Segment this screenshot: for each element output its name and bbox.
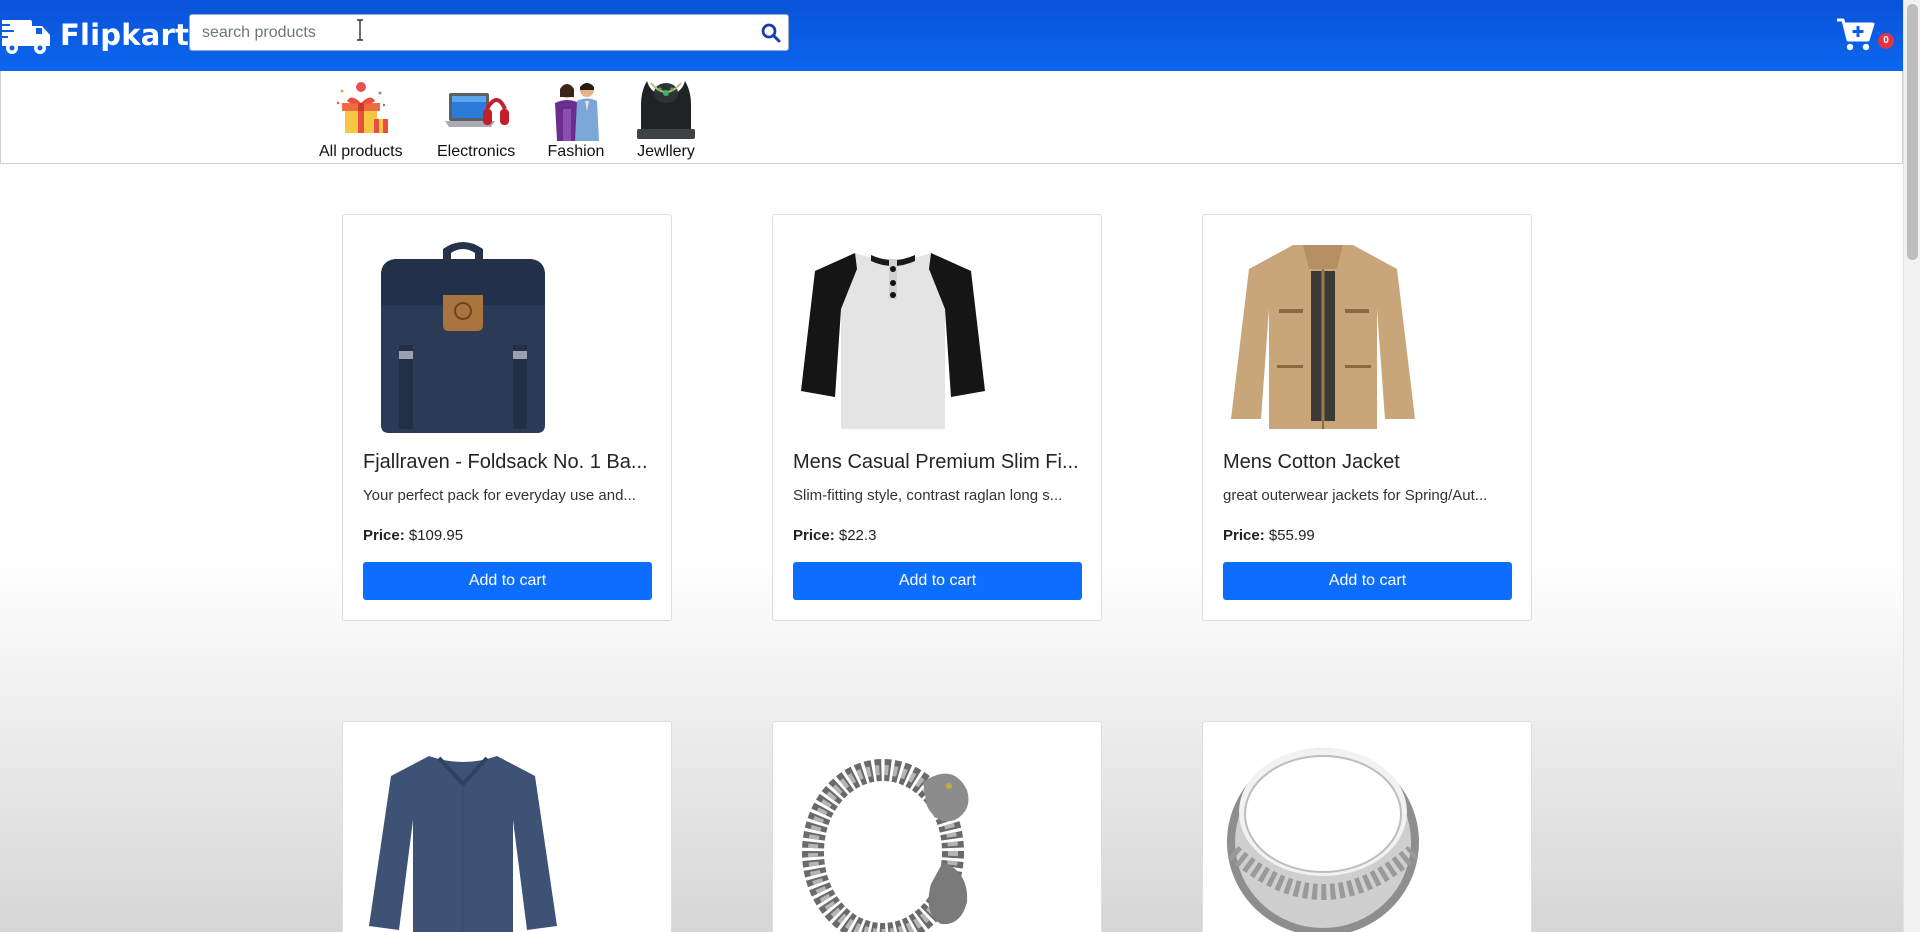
text-cursor-icon	[357, 19, 363, 41]
category-electronics[interactable]: Electronics	[437, 79, 515, 161]
category-all-products[interactable]: All products	[319, 79, 403, 161]
add-to-cart-button[interactable]: Add to cart	[363, 562, 652, 600]
product-description: Slim-fitting style, contrast raglan long…	[793, 487, 1063, 504]
laptop-headphones-image	[445, 93, 510, 127]
product-price: Price: $109.95	[363, 527, 463, 544]
page-scrollbar[interactable]	[1903, 0, 1920, 932]
raglan-tshirt-image	[801, 253, 985, 429]
category-label: All products	[319, 143, 403, 160]
backpack-image	[381, 242, 545, 433]
logo-text: Flipkart	[60, 18, 190, 52]
price-value: $55.99	[1268, 527, 1315, 544]
product-price: Price: $55.99	[1223, 527, 1315, 544]
scrollbar-thumb[interactable]	[1907, 4, 1918, 260]
price-label: Price:	[1223, 527, 1265, 544]
product-title[interactable]: Mens Casual Premium Slim Fi...	[793, 451, 1083, 474]
product-description: great outerwear jackets for Spring/Aut..…	[1223, 487, 1488, 504]
truck-icon	[0, 20, 50, 54]
category-jewllery[interactable]: Jewllery	[633, 79, 699, 161]
dragon-bracelet-image	[802, 759, 969, 932]
product-title[interactable]: Mens Cotton Jacket	[1223, 451, 1513, 474]
cotton-jacket-image	[1231, 245, 1415, 429]
product-card	[1202, 721, 1532, 932]
price-value: $109.95	[408, 527, 464, 544]
product-description: Your perfect pack for everyday use and..…	[363, 487, 636, 504]
product-card	[342, 721, 672, 932]
add-to-cart-button[interactable]: Add to cart	[793, 562, 1082, 600]
long-sleeve-shirt-image	[369, 756, 557, 932]
price-label: Price:	[363, 527, 405, 544]
product-card: Fjallraven - Foldsack No. 1 Ba... Your p…	[342, 214, 672, 621]
category-nav: All products Electronics Fashion Jewller…	[0, 71, 1903, 164]
couple-fashion-image	[555, 83, 599, 141]
product-title[interactable]: Fjallraven - Foldsack No. 1 Ba...	[363, 451, 653, 474]
category-label: Jewllery	[637, 143, 695, 160]
cart-plus-icon	[1837, 18, 1875, 51]
search-bar	[189, 14, 789, 51]
product-card	[772, 721, 1102, 932]
add-to-cart-button[interactable]: Add to cart	[1223, 562, 1512, 600]
top-navbar: Flipkart 0	[0, 0, 1920, 71]
search-button[interactable]	[754, 15, 788, 50]
cart-button[interactable]: 0	[1836, 16, 1894, 54]
category-label: Electronics	[437, 143, 516, 160]
category-label: Fashion	[547, 143, 605, 160]
price-label: Price:	[793, 527, 835, 544]
price-value: $22.3	[838, 527, 877, 544]
product-card: Mens Casual Premium Slim Fi... Slim-fitt…	[772, 214, 1102, 621]
gift-boxes-image	[336, 82, 388, 133]
search-input[interactable]	[190, 15, 754, 50]
cart-count-badge: 0	[1878, 33, 1894, 49]
product-price: Price: $22.3	[793, 527, 876, 544]
category-fashion[interactable]: Fashion	[543, 79, 609, 161]
brand-logo[interactable]: Flipkart	[0, 12, 189, 58]
product-card: Mens Cotton Jacket great outerwear jacke…	[1202, 214, 1532, 621]
necklace-image	[633, 79, 699, 141]
silver-ring-image	[1227, 748, 1419, 932]
search-icon	[761, 23, 781, 42]
